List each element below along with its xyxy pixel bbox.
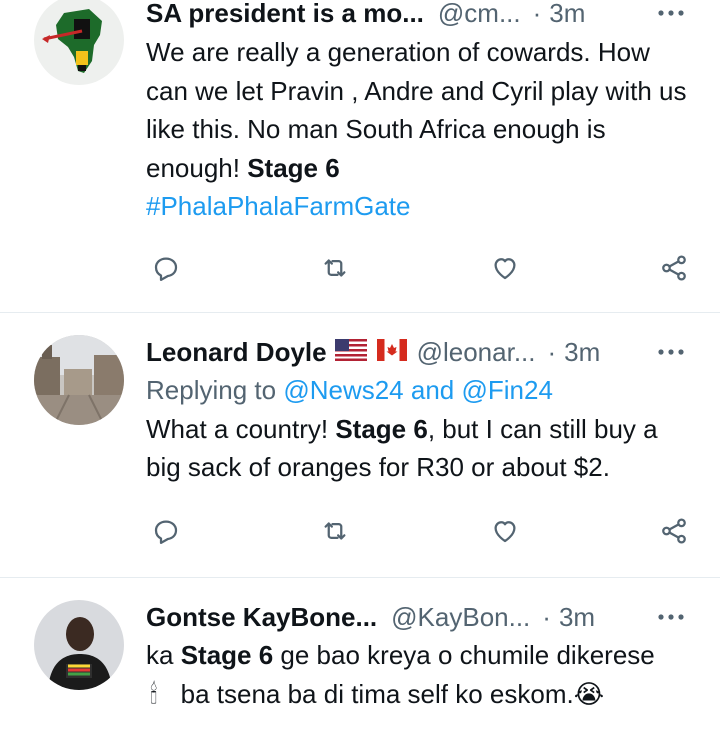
reply-icon[interactable]: [146, 511, 186, 551]
like-icon[interactable]: [485, 248, 525, 288]
bold-text: Stage 6: [335, 413, 428, 444]
separator-dot: ·: [532, 0, 542, 28]
tweet-body: ka: [146, 640, 181, 670]
us-flag-icon: [334, 335, 367, 369]
more-options-icon[interactable]: [654, 0, 688, 30]
tweet-header: SA president is a mo... @cm... · 3m: [146, 0, 696, 30]
city-street-icon: [34, 335, 124, 425]
tweet-actions: [146, 511, 694, 551]
tweet-text: What a country! Stage 6, but I can still…: [146, 410, 696, 487]
display-name[interactable]: Leonard Doyle: [146, 335, 327, 369]
reply-icon[interactable]: [146, 248, 186, 288]
tweet-2[interactable]: Leonard Doyle @leonar... · 3m Replying t…: [0, 313, 720, 578]
tweet-text: We are really a generation of cowards. H…: [146, 33, 696, 226]
timestamp[interactable]: 3m: [549, 0, 585, 30]
timestamp[interactable]: 3m: [559, 600, 595, 634]
hashtag-link[interactable]: #PhalaPhalaFarmGate: [146, 191, 410, 221]
person-photo-icon: [34, 600, 124, 690]
tweet-body: What a country!: [146, 413, 336, 444]
bold-text: Stage 6: [247, 152, 340, 183]
mention-link[interactable]: @News24: [283, 375, 403, 405]
display-name[interactable]: Gontse KayBone...: [146, 600, 377, 634]
share-icon[interactable]: [654, 248, 694, 288]
canada-flag-icon: [376, 335, 407, 369]
share-icon[interactable]: [654, 511, 694, 551]
replying-to-label: Replying to: [146, 375, 284, 405]
display-name[interactable]: SA president is a mo...: [146, 0, 424, 30]
tweet-body: We are really a generation of cowards. H…: [146, 37, 687, 183]
bold-text: Stage 6: [180, 640, 274, 670]
mention-link[interactable]: @Fin24: [461, 375, 552, 405]
reply-context: Replying to @News24 and @Fin24: [146, 371, 696, 410]
retweet-icon[interactable]: [315, 511, 355, 551]
tweet-3[interactable]: Gontse KayBone... @KayBon... · 3m ka Sta…: [0, 578, 720, 744]
separator-dot: ·: [547, 337, 557, 367]
tweet-header: Leonard Doyle @leonar... · 3m: [146, 335, 696, 369]
tweet-header: Gontse KayBone... @KayBon... · 3m: [146, 600, 696, 634]
tweet-text: ka Stage 6 ge bao kreya o chumile dikere…: [146, 636, 696, 713]
avatar[interactable]: [34, 335, 124, 425]
retweet-icon[interactable]: [315, 248, 355, 288]
separator-dot: ·: [542, 602, 551, 632]
africa-map-icon: [34, 0, 124, 85]
user-handle[interactable]: @KayBon...: [391, 600, 530, 634]
tweet-actions: [146, 248, 694, 288]
tweet-1[interactable]: SA president is a mo... @cm... · 3m We a…: [0, 0, 720, 313]
avatar[interactable]: [34, 600, 124, 690]
reply-and-text: and: [403, 375, 462, 405]
tweet-body-end: ba tsena ba di tima self ko eskom.: [173, 678, 574, 709]
like-icon[interactable]: [485, 511, 525, 551]
avatar[interactable]: [34, 0, 124, 85]
user-handle[interactable]: @leonar...: [417, 335, 536, 369]
candle-emoji-icon: 🕯: [150, 678, 158, 709]
more-options-icon[interactable]: [654, 335, 688, 369]
timestamp[interactable]: 3m: [564, 335, 600, 369]
user-handle[interactable]: @cm...: [438, 0, 521, 30]
tweet-body-continued: ge bao kreya o chumile dikerese: [273, 640, 655, 670]
crying-emoji-icon: 😭: [573, 678, 605, 709]
more-options-icon[interactable]: [654, 600, 688, 634]
